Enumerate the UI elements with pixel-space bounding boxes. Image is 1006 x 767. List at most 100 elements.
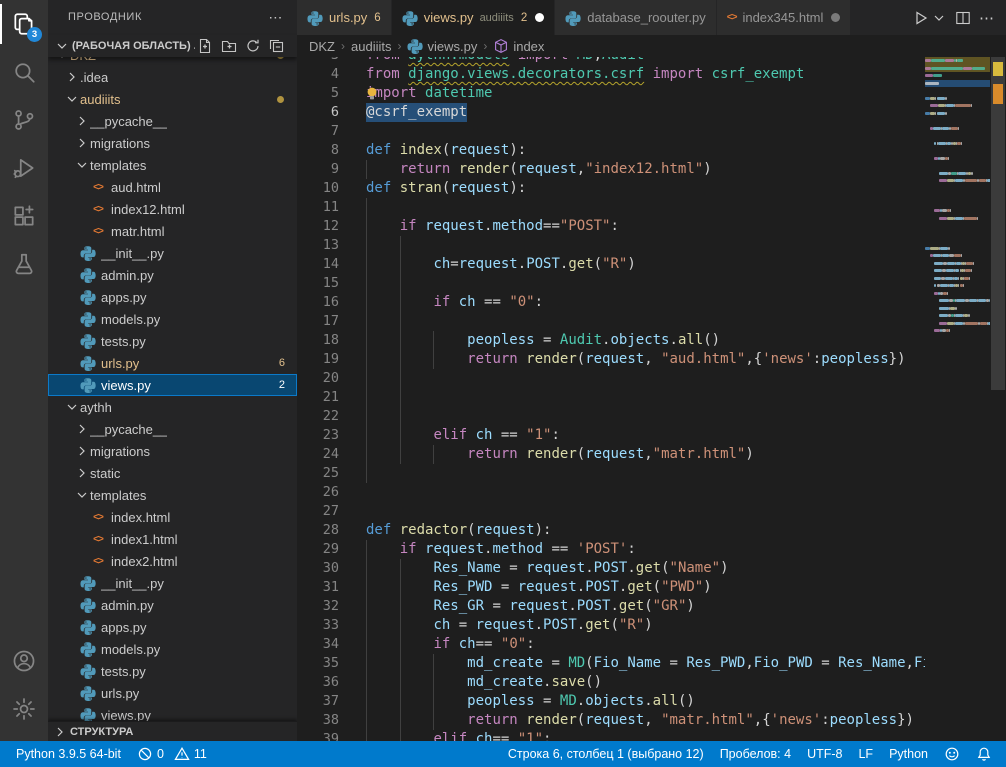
status-feedback[interactable] — [936, 741, 968, 767]
line-number: 5 — [297, 84, 339, 103]
outline-section-header[interactable]: СТРУКТУРА — [48, 721, 297, 741]
tree-item-models.py[interactable]: models.py — [48, 638, 297, 660]
status-notifications[interactable] — [968, 741, 1000, 767]
split-editor-button[interactable] — [952, 7, 974, 29]
tree-item-apps.py[interactable]: apps.py — [48, 616, 297, 638]
code-text: md_create = MD(Fio_Name = Res_PWD,Fio_PW… — [366, 654, 925, 673]
chevron-down-icon — [74, 157, 90, 173]
line-number: 33 — [297, 616, 339, 635]
code-editor[interactable]: 3from aythh.models import MD,Audit4from … — [297, 57, 925, 741]
tree-item-__pycache__[interactable]: __pycache__ — [48, 418, 297, 440]
tree-item-static[interactable]: static — [48, 462, 297, 484]
tree-item-urls.py[interactable]: urls.py — [48, 682, 297, 704]
code-line-7: 7 — [297, 122, 925, 141]
status-indentation[interactable]: Пробелов: 4 — [712, 741, 799, 767]
breadcrumb-item-views.py[interactable]: views.py — [407, 38, 477, 54]
status-bar: Python 3.9.5 64-bit 0 11 Строка 6, столб… — [0, 741, 1006, 767]
tree-item-__init__.py[interactable]: __init__.py — [48, 572, 297, 594]
activity-settings[interactable] — [0, 685, 48, 733]
breadcrumb-item-DKZ[interactable]: DKZ — [309, 39, 335, 54]
status-eol[interactable]: LF — [850, 741, 881, 767]
more-actions-button[interactable]: ⋯ — [976, 7, 998, 29]
activity-explorer[interactable]: 3 — [0, 0, 48, 48]
chevron-right-icon — [74, 465, 90, 481]
tab-label: database_roouter.py — [587, 10, 706, 25]
tree-item-__pycache__[interactable]: __pycache__ — [48, 110, 297, 132]
code-line-33: 33 ch = request.POST.get("R") — [297, 616, 925, 635]
tree-item-migrations[interactable]: migrations — [48, 440, 297, 462]
tree-item-urls.py[interactable]: urls.py6 — [48, 352, 297, 374]
new-file-button[interactable] — [195, 36, 215, 56]
tree-item-matr.html[interactable]: <>matr.html — [48, 220, 297, 242]
tree-item-tests.py[interactable]: tests.py — [48, 330, 297, 352]
line-number: 26 — [297, 483, 339, 502]
minimap-code — [940, 284, 948, 287]
overview-ruler-scrollbar[interactable] — [990, 57, 1006, 741]
sidebar-more-actions-button[interactable]: ⋯ — [254, 0, 297, 35]
tree-item-migrations[interactable]: migrations — [48, 132, 297, 154]
minimap-code — [958, 127, 959, 130]
tree-item-index.html[interactable]: <>index.html — [48, 506, 297, 528]
tree-item-views.py[interactable]: views.py2 — [48, 374, 297, 396]
breadcrumb-item-audiiits[interactable]: audiiits — [351, 39, 391, 54]
tree-item-.idea[interactable]: .idea — [48, 66, 297, 88]
tree-item-label: index1.html — [111, 532, 177, 547]
refresh-button[interactable] — [243, 36, 263, 56]
status-language-mode[interactable]: Python — [881, 741, 936, 767]
tree-item-admin.py[interactable]: admin.py — [48, 264, 297, 286]
collapse-all-button[interactable] — [267, 36, 287, 56]
activity-search[interactable] — [0, 48, 48, 96]
tree-item-models.py[interactable]: models.py — [48, 308, 297, 330]
activity-accounts[interactable] — [0, 637, 48, 685]
minimap-code — [937, 97, 945, 100]
tab-urls.py[interactable]: urls.py6 — [297, 0, 392, 35]
tree-item-label: audiiits — [80, 92, 120, 107]
lightbulb-icon[interactable] — [365, 86, 379, 101]
activity-source-control[interactable] — [0, 96, 48, 144]
tree-item-templates[interactable]: templates — [48, 154, 297, 176]
tree-item-DKZ[interactable]: DKZ — [48, 57, 297, 66]
tab-database_roouter.py[interactable]: database_roouter.py — [555, 0, 717, 35]
tree-item-apps.py[interactable]: apps.py — [48, 286, 297, 308]
minimap-code — [980, 322, 987, 325]
tree-item-__init__.py[interactable]: __init__.py — [48, 242, 297, 264]
minimap-code — [937, 112, 945, 115]
tree-item-aud.html[interactable]: <>aud.html — [48, 176, 297, 198]
tree-item-label: aythh — [80, 400, 112, 415]
tab-index345.html[interactable]: <>index345.html — [717, 0, 852, 35]
problems-status[interactable]: 0 11 — [129, 741, 215, 767]
code-text: peopless = Audit.objects.all() — [366, 331, 720, 350]
activity-extensions[interactable] — [0, 192, 48, 240]
status-encoding[interactable]: UTF-8 — [799, 741, 850, 767]
status-cursor-position[interactable]: Строка 6, столбец 1 (выбрано 12) — [500, 741, 712, 767]
tab-views.py[interactable]: views.pyaudiiits2 — [392, 0, 556, 35]
minimap[interactable] — [925, 57, 990, 741]
minimap-code — [947, 217, 954, 220]
tree-item-audiiits[interactable]: audiiits — [48, 88, 297, 110]
new-folder-button[interactable] — [219, 36, 239, 56]
python-interpreter-status[interactable]: Python 3.9.5 64-bit — [8, 741, 129, 767]
scrollbar-thumb[interactable] — [991, 57, 1005, 390]
run-dropdown-button[interactable] — [928, 7, 950, 29]
python-file-icon — [80, 707, 96, 722]
tree-item-templates[interactable]: templates — [48, 484, 297, 506]
tree-item-tests.py[interactable]: tests.py — [48, 660, 297, 682]
tree-item-label: models.py — [101, 642, 160, 657]
minimap-code — [931, 67, 963, 70]
activity-testing[interactable] — [0, 240, 48, 288]
tree-item-aythh[interactable]: aythh — [48, 396, 297, 418]
activity-run-debug[interactable] — [0, 144, 48, 192]
python-file-icon — [80, 245, 96, 261]
tree-item-views.py[interactable]: views.py — [48, 704, 297, 722]
minimap-code — [951, 127, 958, 130]
workspace-section-header[interactable]: (РАБОЧАЯ ОБЛАСТЬ) ... — [48, 35, 297, 57]
tree-item-index12.html[interactable]: <>index12.html — [48, 198, 297, 220]
tree-item-admin.py[interactable]: admin.py — [48, 594, 297, 616]
tree-item-index2.html[interactable]: <>index2.html — [48, 550, 297, 572]
line-number: 7 — [297, 122, 339, 141]
editor-tab-bar: urls.py6views.pyaudiiits2 database_rooute… — [297, 0, 1006, 35]
breadcrumb-item-index[interactable]: index — [493, 38, 544, 54]
minimap-code — [938, 142, 946, 145]
tab-description: audiiits — [480, 12, 514, 24]
tree-item-index1.html[interactable]: <>index1.html — [48, 528, 297, 550]
